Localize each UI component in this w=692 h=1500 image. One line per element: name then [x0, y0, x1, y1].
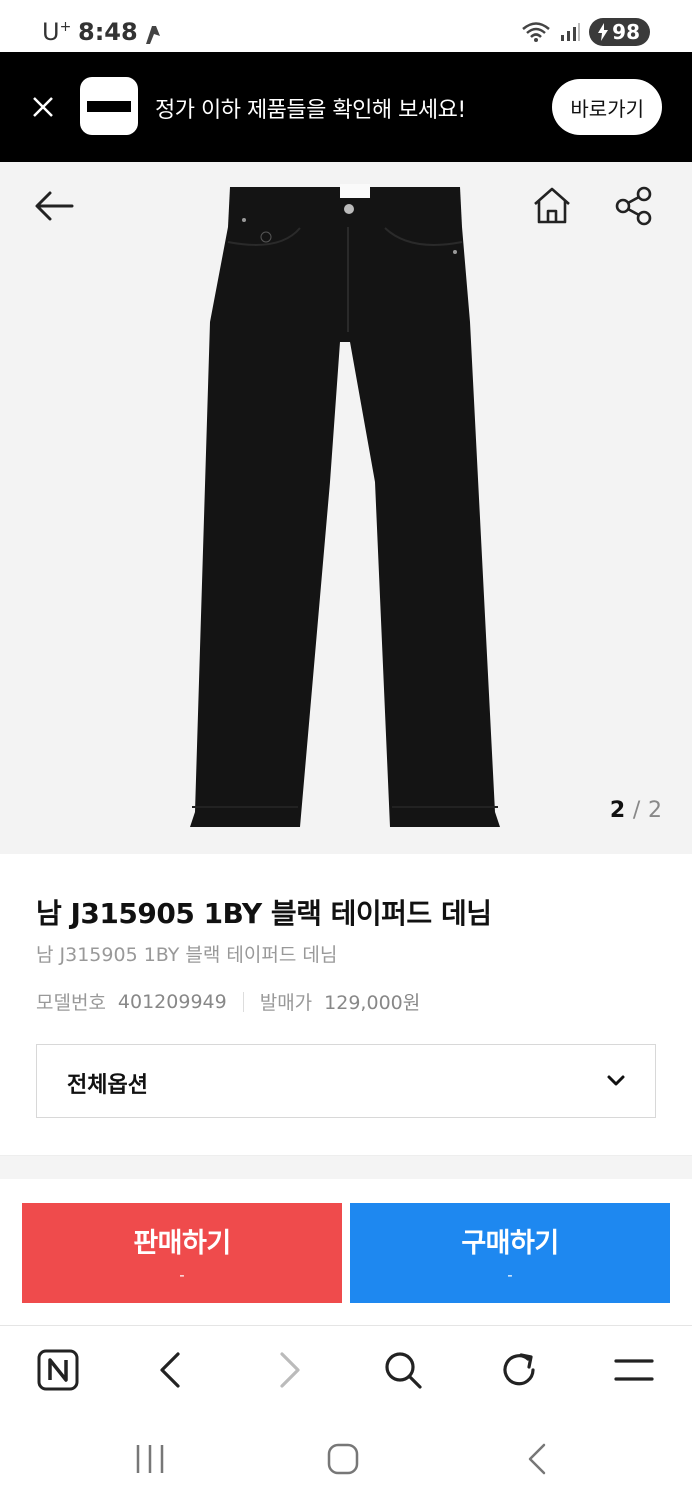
- chevron-down-icon: [607, 1075, 625, 1086]
- charging-bolt-icon: [598, 23, 609, 41]
- battery-indicator: 98: [589, 18, 650, 46]
- carrier-label: U+: [42, 18, 72, 46]
- image-counter-separator: /: [632, 798, 641, 823]
- browser-toolbar: [0, 1325, 692, 1415]
- home-button-icon[interactable]: [323, 1439, 363, 1479]
- notification-app-icon: [146, 26, 160, 44]
- clock: 8:48: [78, 18, 138, 46]
- image-counter-total: 2: [648, 798, 662, 823]
- back-arrow-icon[interactable]: [32, 184, 76, 228]
- naver-home-icon[interactable]: [36, 1348, 80, 1392]
- promo-go-button[interactable]: 바로가기: [552, 79, 662, 135]
- signal-icon: [561, 23, 581, 41]
- release-price-label: 발매가: [259, 992, 313, 1014]
- status-icons: 98: [521, 18, 650, 46]
- model-number-label: 모델번호: [36, 992, 106, 1014]
- wifi-icon: [522, 22, 550, 42]
- product-image-jeans: [190, 184, 500, 827]
- image-counter-current: 2: [609, 798, 626, 823]
- app-logo: [80, 77, 138, 135]
- product-meta: 모델번호 401209949 발매가 129,000원: [36, 988, 420, 1015]
- image-counter: 2 / 2: [610, 798, 662, 823]
- sell-button-label: 판매하기: [133, 1228, 231, 1259]
- sell-button-price: -: [179, 1266, 185, 1284]
- system-navigation-bar: [0, 1415, 692, 1500]
- menu-icon[interactable]: [612, 1348, 656, 1392]
- option-select[interactable]: 전체옵션: [36, 1044, 656, 1118]
- product-image-gallery[interactable]: 2 / 2: [0, 162, 692, 854]
- system-back-icon[interactable]: [518, 1439, 558, 1479]
- browser-forward-icon[interactable]: [266, 1348, 310, 1392]
- meta-divider: [242, 991, 244, 1012]
- promo-message: 정가 이하 제품들을 확인해 보세요!: [155, 98, 466, 123]
- model-number-value: 401209949: [117, 990, 227, 1013]
- buy-button[interactable]: 구매하기 -: [350, 1203, 670, 1303]
- product-subtitle: 남 J315905 1BY 블랙 테이퍼드 데님: [36, 944, 338, 966]
- product-title: 남 J315905 1BY 블랙 테이퍼드 데님: [36, 897, 492, 930]
- home-icon[interactable]: [530, 184, 574, 228]
- battery-level: 98: [612, 20, 640, 44]
- section-divider: [0, 1155, 692, 1179]
- search-icon[interactable]: [381, 1348, 425, 1392]
- buy-button-price: -: [507, 1266, 513, 1284]
- buy-button-label: 구매하기: [461, 1228, 559, 1259]
- recent-apps-icon[interactable]: [130, 1439, 170, 1479]
- close-icon[interactable]: [28, 92, 58, 122]
- browser-back-icon[interactable]: [150, 1348, 194, 1392]
- sell-button[interactable]: 판매하기 -: [22, 1203, 342, 1303]
- status-bar: U+ 8:48 98: [0, 0, 692, 52]
- refresh-icon[interactable]: [497, 1348, 541, 1392]
- promo-banner: 정가 이하 제품들을 확인해 보세요! 바로가기: [0, 52, 692, 162]
- option-select-value: 전체옵션: [67, 1073, 148, 1098]
- release-price-value: 129,000원: [324, 992, 421, 1014]
- share-icon[interactable]: [612, 184, 656, 228]
